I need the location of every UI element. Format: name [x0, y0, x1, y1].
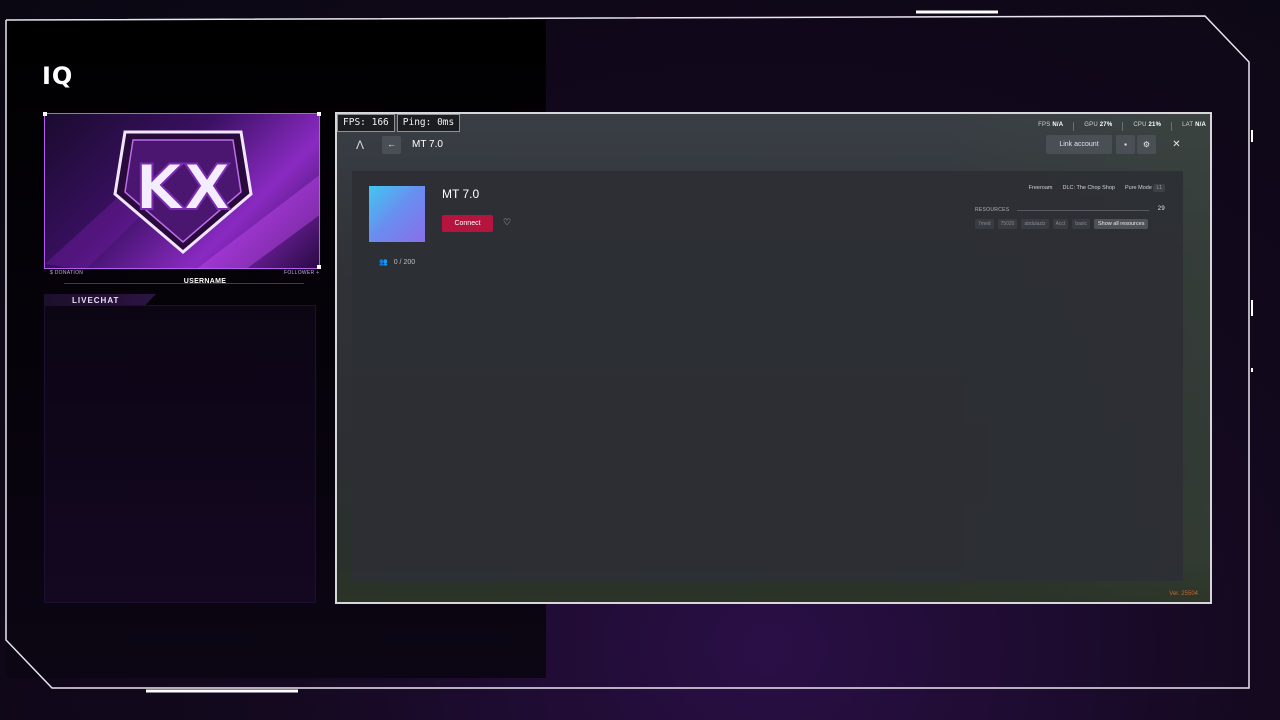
stat-divider	[1122, 122, 1124, 131]
fps-counter: FPS: 166	[337, 114, 395, 132]
livechat-box	[44, 305, 316, 603]
stat-cpu: CPU 21%	[1133, 122, 1162, 128]
player-count-value: 0 / 200	[393, 259, 416, 266]
username-label: USERNAME	[183, 278, 227, 285]
link-account-button[interactable]: Link account	[1046, 135, 1112, 154]
donation-caption: $ DONATION	[50, 270, 84, 276]
system-stats: FPS N/A GPU 27% CPU 21% LAT N/A	[1038, 122, 1206, 131]
ping-counter: Ping: 0ms	[396, 114, 461, 132]
close-icon[interactable]: ✕	[1167, 135, 1186, 154]
resource-chip: 7med	[975, 219, 994, 229]
player-count: 👥 0 / 200	[379, 258, 415, 266]
back-button[interactable]: ←	[382, 136, 401, 154]
resource-chip: abdulaziz	[1021, 219, 1049, 229]
game-window: FPS: 166 Ping: 0ms FPS N/A GPU 27% CPU 2…	[335, 112, 1212, 604]
resource-chip: Acct	[1052, 219, 1069, 229]
top-bar: Λ ← MT 7.0 Link account ▪ ⚙ ✕	[337, 134, 1210, 156]
resource-chip: 75020	[997, 219, 1018, 229]
stat-lat: LAT N/A	[1182, 122, 1206, 128]
server-detail-panel: MT 7.0 Connect ♡ 👥 0 / 200 Freeroam DLC: …	[352, 171, 1183, 581]
kx-emblem: KX	[45, 130, 319, 268]
resources-label: RESOURCES	[975, 207, 1010, 213]
cam-corner	[317, 112, 321, 116]
livechat-label: LIVECHAT	[72, 296, 120, 305]
cart-icon[interactable]: ▪	[1116, 135, 1135, 154]
stat-divider	[1073, 122, 1075, 131]
resources-list: 7med 75020 abdulaziz Acct basic Show all…	[975, 219, 1149, 229]
resource-chip: basic	[1072, 219, 1090, 229]
gear-icon[interactable]: ⚙	[1137, 135, 1156, 154]
favorite-heart-icon[interactable]: ♡	[503, 217, 511, 228]
stat-divider	[1171, 122, 1173, 131]
tag-dlc: DLC: The Chop Shop	[1062, 185, 1116, 191]
server-tags: Freeroam DLC: The Chop Shop Pure Mode L1	[1028, 184, 1165, 192]
resources-header: RESOURCES 29	[975, 206, 1165, 213]
page-title: MT 7.0	[412, 139, 443, 150]
server-thumbnail	[369, 186, 425, 242]
connect-button[interactable]: Connect	[442, 215, 493, 232]
stat-fps: FPS N/A	[1038, 122, 1064, 128]
tag-freeroam: Freeroam	[1028, 185, 1053, 191]
cam-corner	[317, 265, 321, 269]
pure-mode-pill: L1	[1153, 184, 1165, 192]
version-label: Ver. 25504	[1169, 591, 1198, 597]
players-icon: 👥	[379, 259, 388, 266]
server-name: MT 7.0	[442, 187, 480, 201]
show-all-resources-button[interactable]: Show all resources	[1093, 219, 1149, 229]
emblem-text: KX	[135, 151, 231, 224]
tag-pure-mode: Pure Mode L1	[1125, 184, 1165, 192]
follower-caption: FOLLOWER +	[284, 270, 320, 276]
channel-logo: IQ	[42, 62, 74, 90]
cam-corner	[43, 112, 47, 116]
fivem-logo-icon[interactable]: Λ	[356, 138, 364, 152]
stat-gpu: GPU 27%	[1084, 122, 1113, 128]
webcam-frame: KX	[44, 113, 320, 269]
perf-overlay: FPS: 166 Ping: 0ms	[337, 114, 461, 132]
resources-count: 29	[1157, 206, 1165, 212]
resources-divider	[1017, 210, 1149, 211]
